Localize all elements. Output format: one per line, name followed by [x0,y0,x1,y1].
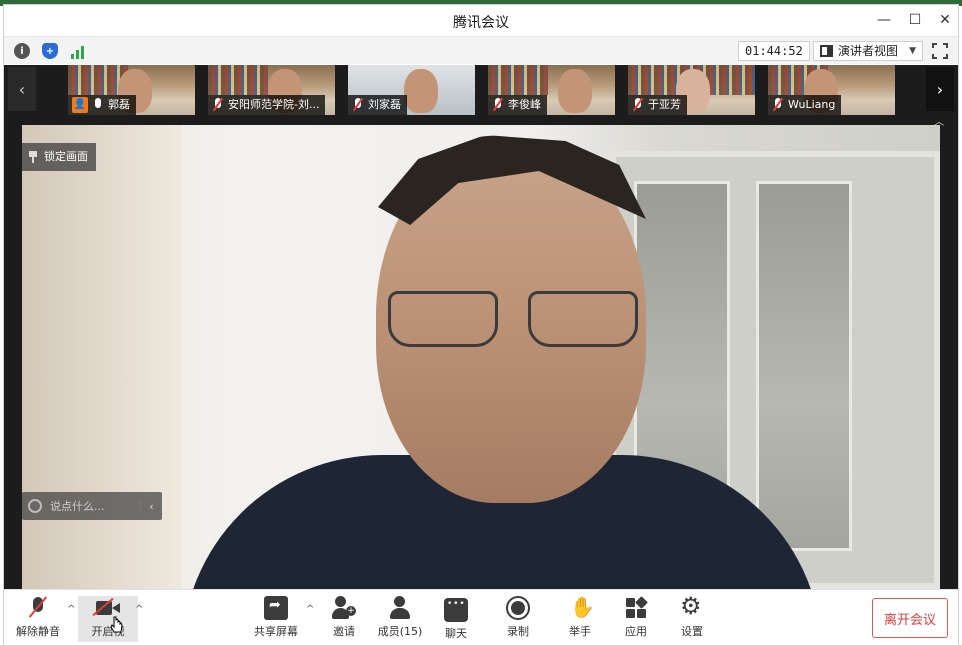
filmstrip-next-button[interactable]: › [926,67,954,111]
participant-name: 安阳师范学院-刘... [228,98,320,111]
participant-thumbnail[interactable]: 李俊峰 [488,65,615,115]
host-icon: 👤 [72,97,88,113]
unmute-label: 解除静音 [16,625,60,638]
participant-name: WuLiang [788,98,836,111]
window-title: 腾讯会议 [453,15,509,31]
apps-label: 应用 [625,625,647,638]
raise-hand-label: 举手 [569,625,591,638]
video-stage: ‹ 👤 郭磊 安阳师范学院-刘... 刘家磊 李俊峰 于亚芳 WuLiang ›… [4,65,958,589]
invite-button[interactable]: + 邀请 [314,596,374,642]
participant-name: 刘家磊 [368,98,401,111]
record-button[interactable]: 录制 [488,596,548,642]
video-options-arrow[interactable]: ^ [135,604,143,615]
chat-icon [444,598,468,622]
share-screen-icon [264,596,288,620]
members-label: 成员(15) [377,625,423,638]
participant-name: 郭磊 [108,98,130,111]
mic-muted-icon [212,98,224,112]
apps-button[interactable]: 应用 [606,596,666,642]
participant-thumbnail[interactable]: 刘家磊 [348,65,475,115]
speaker-view-icon [820,45,833,57]
participant-name: 于亚芳 [648,98,681,111]
title-bar: 腾讯会议 — ☐ ✕ [4,5,958,35]
participant-thumbnail[interactable]: 于亚芳 [628,65,755,115]
settings-button[interactable]: 设置 [662,592,722,642]
view-mode-dropdown[interactable]: 演讲者视图 ▼ [813,41,923,61]
gear-icon [680,592,704,620]
add-user-icon: + [332,596,356,620]
record-label: 录制 [507,625,529,638]
view-mode-label: 演讲者视图 [838,44,899,58]
share-screen-label: 共享屏幕 [254,625,298,638]
meeting-timer: 01:44:52 [738,41,810,61]
mic-muted-icon [632,98,644,112]
leave-meeting-button[interactable]: 离开会议 [872,598,948,638]
fullscreen-icon[interactable] [932,43,948,59]
participant-name: 李俊峰 [508,98,541,111]
apps-icon [624,596,648,620]
chat-label: 聊天 [445,627,467,640]
members-button[interactable]: 成员(15) [370,596,430,642]
participant-thumbnail[interactable]: 👤 郭磊 [68,65,195,115]
quick-chat-bar: 说点什么... ‹ [22,492,162,520]
record-icon [506,596,530,620]
mic-muted-icon [352,98,364,112]
emoji-icon[interactable] [28,499,42,513]
mic-muted-icon [492,98,504,112]
meeting-info-bar: i + 01:44:52 演讲者视图 ▼ [4,36,958,64]
participant-thumbnail[interactable]: 安阳师范学院-刘... [208,65,335,115]
pin-view-button[interactable]: 锁定画面 [22,143,96,171]
signal-icon[interactable] [69,43,85,59]
meeting-window: 腾讯会议 — ☐ ✕ i + 01:44:52 演讲者视图 ▼ ‹ 👤 郭磊 安… [3,4,959,645]
shield-icon[interactable]: + [42,43,58,59]
chevron-left-icon[interactable]: ‹ [140,499,162,513]
minimize-button[interactable]: — [870,9,898,31]
audio-options-arrow[interactable]: ^ [67,604,75,615]
mouse-cursor-icon [110,616,123,633]
chat-button[interactable]: 聊天 [426,596,486,642]
pin-icon [28,151,38,163]
raise-hand-button[interactable]: 举手 [550,595,610,642]
participant-filmstrip: ‹ 👤 郭磊 安阳师范学院-刘... 刘家磊 李俊峰 于亚芳 WuLiang ›… [4,65,958,128]
members-icon [388,596,412,620]
maximize-button[interactable]: ☐ [901,9,929,31]
settings-label: 设置 [681,625,703,638]
info-icon[interactable]: i [14,43,30,59]
filmstrip-prev-button[interactable]: ‹ [8,67,36,111]
meeting-toolbar: 解除静音 ^ 开启视 ^ 共享屏幕 ^ + 邀请 成员(15) 聊天 录制 [4,589,958,645]
mic-icon [92,98,104,112]
hand-icon [568,595,595,620]
chevron-down-icon: ▼ [909,46,916,56]
quick-chat-input[interactable]: 说点什么... [50,498,140,514]
invite-label: 邀请 [333,625,355,638]
participant-thumbnail[interactable]: WuLiang [768,65,895,115]
mic-muted-icon [26,596,50,620]
mic-muted-icon [772,98,784,112]
close-button[interactable]: ✕ [931,9,959,31]
start-video-button[interactable]: 开启视 [78,596,138,642]
share-screen-button[interactable]: 共享屏幕 [246,596,306,642]
unmute-button[interactable]: 解除静音 [8,596,68,642]
pin-view-label: 锁定画面 [44,150,88,163]
